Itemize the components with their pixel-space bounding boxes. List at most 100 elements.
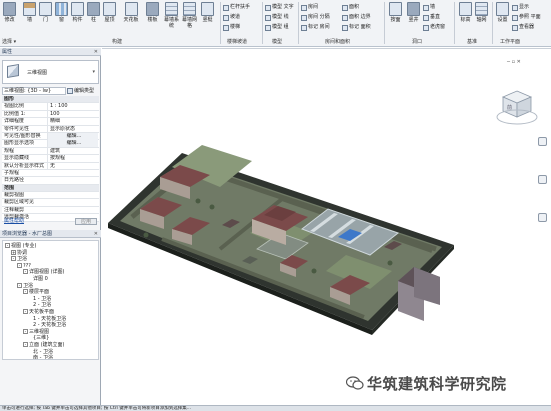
model-line-button[interactable]: 模型 线 bbox=[265, 13, 289, 22]
ribbon-separator bbox=[262, 2, 263, 44]
property-value[interactable]: 精细 bbox=[47, 118, 98, 126]
tag-area-button[interactable]: 标记 面积 bbox=[342, 23, 371, 32]
dormer-button[interactable]: 老虎窗 bbox=[423, 23, 445, 32]
grid-button[interactable]: 轴网 bbox=[474, 2, 489, 24]
property-value[interactable]: 100 bbox=[47, 110, 98, 118]
properties-help-link[interactable]: 属性帮助 bbox=[4, 217, 24, 226]
column-button[interactable]: 柱 bbox=[86, 2, 101, 24]
ramp-button[interactable]: 坡道 bbox=[223, 13, 240, 22]
close-icon[interactable]: ✕ bbox=[94, 48, 98, 56]
stair-button[interactable]: 楼梯 bbox=[223, 23, 240, 32]
vertical-opening-button[interactable]: 垂直 bbox=[423, 13, 440, 22]
vertical-opening-icon bbox=[423, 14, 429, 21]
mullion-button[interactable]: 竖梃 bbox=[200, 2, 215, 24]
collapse-icon[interactable]: - bbox=[23, 309, 28, 314]
set-button[interactable]: 设置 bbox=[495, 2, 510, 24]
properties-row: 裁剪区域可见 bbox=[2, 199, 99, 207]
3d-view-icon bbox=[7, 63, 19, 79]
browser-node-label: 2 - 卫浴 bbox=[33, 302, 52, 309]
window-icon bbox=[55, 2, 68, 16]
roof-button[interactable]: 屋顶 bbox=[102, 2, 117, 24]
property-value[interactable]: 显示原状态 bbox=[47, 125, 98, 133]
wall-button[interactable]: 墙 bbox=[22, 2, 37, 24]
3d-viewport[interactable]: ─ ▫ ✕ 前 bbox=[102, 48, 551, 405]
collapse-icon[interactable]: - bbox=[23, 328, 28, 334]
railing-button[interactable]: 栏杆扶手 bbox=[223, 3, 250, 12]
ribbon-separator bbox=[298, 2, 299, 44]
edit-type-icon bbox=[67, 88, 73, 94]
collapse-icon[interactable]: - bbox=[23, 342, 28, 347]
chevron-down-icon[interactable]: ▾ bbox=[92, 69, 95, 75]
browser-node-label: 2 - 天花板卫浴 bbox=[33, 322, 67, 329]
curtain-system-button[interactable]: 幕墙系统 bbox=[164, 2, 179, 29]
collapse-icon[interactable]: - bbox=[5, 243, 10, 248]
shaft-button[interactable]: 竖井 bbox=[406, 2, 421, 24]
edit-type-button[interactable]: 编辑类型 bbox=[67, 87, 99, 95]
tree bbox=[387, 260, 393, 266]
type-filter-dropdown[interactable]: 三维视图: {3D - lw} bbox=[2, 87, 66, 95]
property-value[interactable]: 建筑 bbox=[47, 147, 98, 155]
collapse-icon[interactable]: - bbox=[17, 282, 22, 288]
pan-icon[interactable] bbox=[538, 213, 547, 222]
collapse-icon[interactable]: - bbox=[23, 289, 28, 295]
property-name: 注释裁剪 bbox=[4, 206, 25, 213]
property-edit-button[interactable]: 编辑... bbox=[47, 132, 98, 140]
properties-row: 详细程度 精细 bbox=[2, 118, 99, 126]
properties-category[interactable]: 范围 bbox=[2, 184, 99, 193]
property-value[interactable]: 无 bbox=[47, 162, 98, 170]
curtain-system-icon bbox=[165, 2, 178, 16]
floor-button[interactable]: 楼板 bbox=[145, 2, 160, 24]
door-button[interactable]: 门 bbox=[38, 2, 53, 24]
ceiling-button[interactable]: 天花板 bbox=[120, 2, 142, 24]
collapse-icon[interactable]: - bbox=[17, 262, 22, 268]
area-button[interactable]: 面积 bbox=[342, 3, 359, 12]
grid-icon bbox=[475, 2, 488, 16]
property-name: 比例值 1: bbox=[4, 110, 26, 117]
select-panel-label[interactable]: 选择 ▾ bbox=[2, 38, 16, 45]
room-button[interactable]: 房间 bbox=[301, 3, 318, 12]
level-icon bbox=[459, 2, 472, 16]
zoom-icon[interactable] bbox=[538, 175, 547, 184]
project-browser-title: 项目浏览器 - 水厂总图 bbox=[2, 231, 52, 237]
show-button[interactable]: 显示 bbox=[512, 3, 529, 12]
browser-tree-node[interactable]: 详图 0 bbox=[33, 276, 48, 283]
property-name: 子规程 bbox=[4, 169, 20, 176]
project-browser-tree: - 视图 (专业) + 协调 - 卫浴 -??? - 详图视图 (详图) 详图 0- 卫浴 - 楼层平面… bbox=[2, 240, 99, 360]
modify-button[interactable]: 修改 bbox=[2, 2, 17, 24]
room-separator-button[interactable]: 房间 分隔 bbox=[301, 13, 330, 22]
mullion-icon bbox=[201, 2, 214, 16]
model-group-button[interactable]: 模型 组 bbox=[265, 23, 289, 32]
wall-opening-button[interactable]: 墙 bbox=[423, 3, 435, 12]
close-icon[interactable]: ✕ bbox=[94, 230, 98, 238]
component-button[interactable]: 构件 bbox=[70, 2, 85, 24]
property-value[interactable]: 按规程 bbox=[47, 155, 98, 163]
properties-row: 比例值 1: 100 bbox=[2, 110, 99, 119]
collapse-icon[interactable]: - bbox=[11, 256, 16, 262]
type-selector-preview[interactable]: 三维视图 ▾ bbox=[2, 60, 99, 84]
collapse-icon[interactable]: - bbox=[23, 269, 28, 275]
viewer-button[interactable]: 查看器 bbox=[512, 23, 534, 32]
property-value[interactable]: 1 : 100 bbox=[47, 103, 98, 111]
property-edit-button[interactable]: 编辑... bbox=[47, 140, 98, 148]
browser-node-label: 视图 (专业) bbox=[11, 243, 37, 249]
steering-wheel-icon[interactable] bbox=[538, 137, 547, 146]
viewcube[interactable]: 前 bbox=[495, 87, 539, 127]
model-text-button[interactable]: 模型 文字 bbox=[265, 3, 294, 12]
level-button[interactable]: 标高 bbox=[458, 2, 473, 24]
area-boundary-button[interactable]: 面积 边界 bbox=[342, 13, 371, 22]
ref-plane-button[interactable]: 参照 平面 bbox=[512, 13, 541, 22]
site-model-3d[interactable] bbox=[102, 49, 551, 406]
door-icon bbox=[39, 2, 52, 16]
by-face-button[interactable]: 按面 bbox=[388, 2, 403, 24]
properties-footer: 属性帮助 应用 bbox=[2, 217, 99, 226]
tree bbox=[311, 268, 317, 274]
property-name: 默认分析显示样式 bbox=[4, 162, 45, 169]
tag-room-button[interactable]: 标记 房间 bbox=[301, 23, 330, 32]
properties-title: 属性 bbox=[2, 49, 13, 55]
curtain-grid-button[interactable]: 幕墙网格 bbox=[182, 2, 197, 29]
window-button[interactable]: 窗 bbox=[54, 2, 69, 24]
apply-button[interactable]: 应用 bbox=[75, 218, 97, 225]
properties-category[interactable]: 图形 bbox=[2, 96, 99, 104]
expand-icon[interactable]: + bbox=[11, 249, 16, 255]
browser-tree-node[interactable]: 南 - 卫浴 bbox=[33, 355, 53, 359]
